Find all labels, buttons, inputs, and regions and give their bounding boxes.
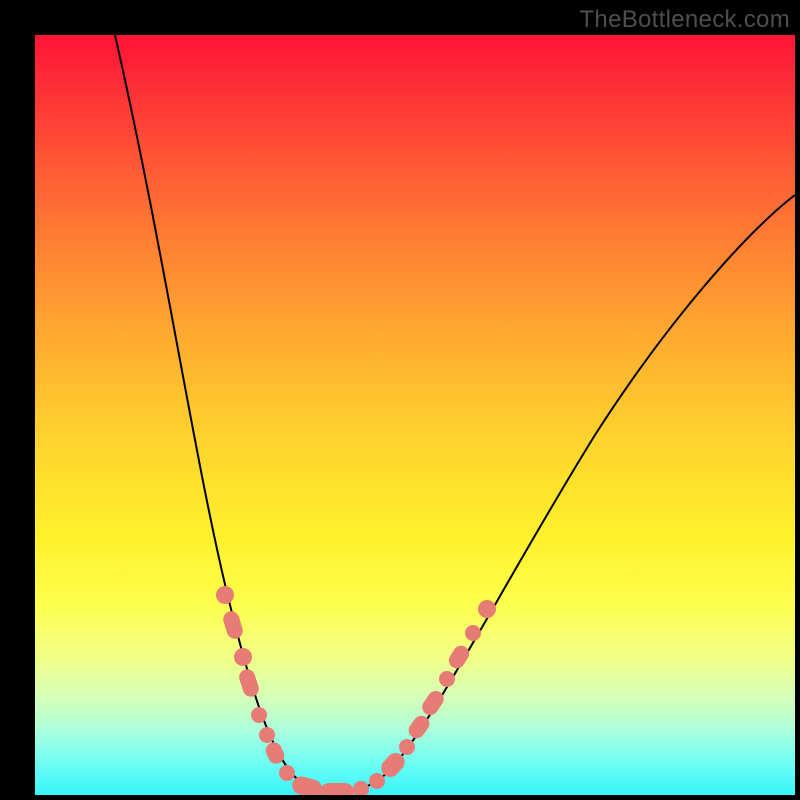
data-marker — [353, 781, 369, 795]
curve-group — [115, 35, 795, 793]
data-marker — [439, 671, 455, 687]
watermark-text: TheBottleneck.com — [579, 6, 790, 34]
data-marker — [259, 727, 275, 743]
data-marker — [465, 625, 481, 641]
data-marker — [279, 765, 295, 781]
data-marker — [216, 586, 234, 604]
data-marker — [446, 643, 472, 672]
chart-frame: TheBottleneck.com — [0, 0, 800, 800]
chart-svg — [35, 35, 795, 795]
marker-group — [216, 586, 496, 795]
plot-area — [35, 35, 795, 795]
bottleneck-curve — [115, 35, 795, 793]
data-marker — [251, 707, 267, 723]
data-marker — [320, 783, 354, 795]
data-marker — [221, 609, 244, 640]
data-marker — [234, 648, 252, 666]
data-marker — [399, 739, 415, 755]
data-marker — [237, 667, 261, 699]
data-marker — [369, 773, 385, 789]
data-marker — [478, 600, 496, 618]
